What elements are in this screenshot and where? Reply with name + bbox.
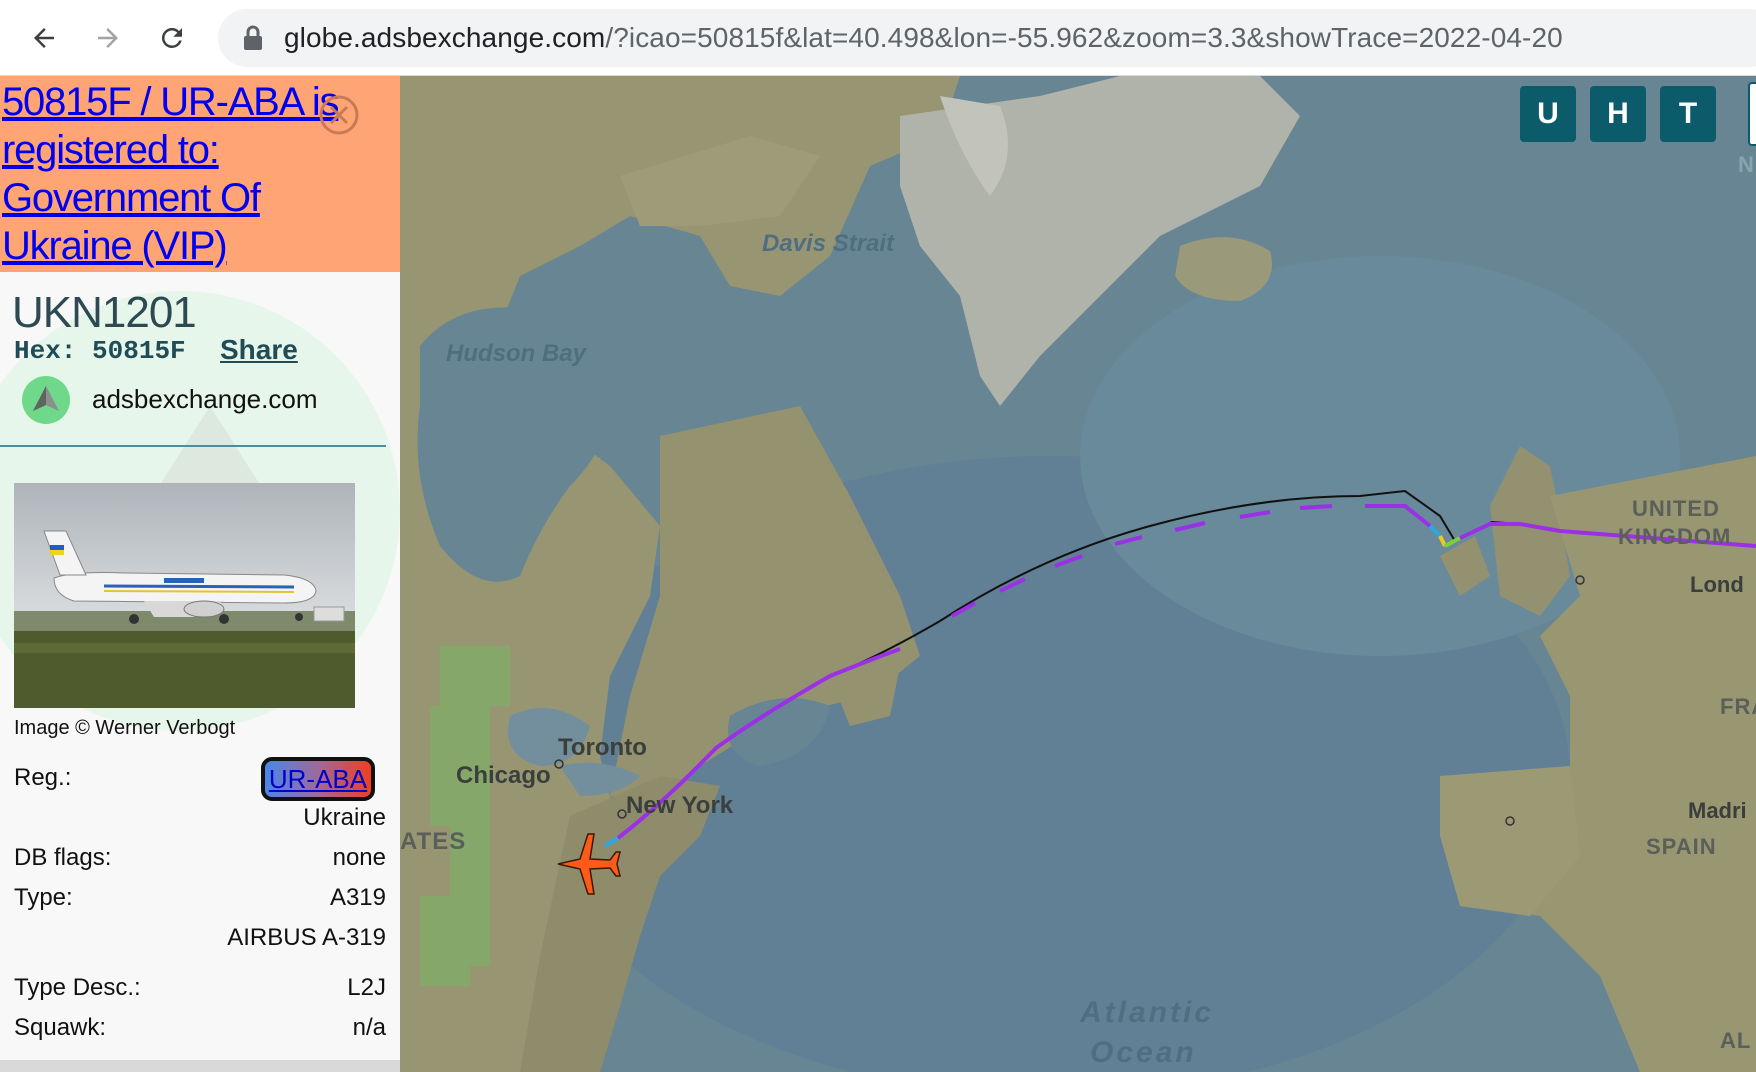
lock-icon (244, 25, 262, 50)
callsign: UKN1201 (12, 288, 197, 337)
data-source: adsbexchange.com (92, 384, 318, 414)
address-bar[interactable]: globe.adsbexchange.com/?icao=50815f&lat=… (218, 9, 1756, 67)
type-full-value: AIRBUS A-319 (227, 924, 386, 951)
browser-toolbar: globe.adsbexchange.com/?icao=50815f&lat=… (0, 0, 1756, 76)
map-button-h[interactable]: H (1590, 86, 1646, 142)
map-button-u[interactable]: U (1520, 86, 1576, 142)
db-flags-value: none (332, 844, 386, 871)
type-desc-value: L2J (347, 974, 386, 1001)
registration-badge[interactable]: UR-ABA (261, 757, 375, 801)
squawk-value: n/a (352, 1014, 386, 1041)
url-path: /?icao=50815f&lat=40.498&lon=-55.962&zoo… (605, 22, 1563, 53)
hex-label: Hex: (14, 336, 77, 366)
reg-label: Reg.: (14, 764, 72, 791)
label-chicago: Chicago (456, 762, 551, 789)
country-value: Ukraine (303, 804, 386, 831)
type-desc-label: Type Desc.: (14, 974, 141, 1001)
forward-arrow-icon[interactable] (84, 14, 132, 62)
type-label: Type: (14, 884, 73, 911)
label-spain: SPAIN (1646, 834, 1717, 859)
photo-credit: Image © Werner Verbogt (14, 717, 236, 739)
url-host: globe.adsbexchange.com (284, 22, 606, 53)
type-value: A319 (329, 884, 386, 911)
label-united: UNITED (1632, 496, 1720, 521)
label-davis-strait: Davis Strait (762, 230, 895, 257)
aircraft-photo[interactable] (14, 483, 355, 708)
db-flags-label: DB flags: (14, 844, 112, 871)
label-london: Lond (1690, 572, 1744, 597)
sidebar-scrollbar[interactable] (0, 1060, 400, 1072)
close-icon[interactable] (318, 94, 360, 136)
adsbexchange-logo-icon (22, 376, 70, 424)
map-button-t[interactable]: T (1660, 86, 1716, 142)
hex-code: Hex: 50815F (14, 336, 186, 366)
label-madrid: Madri (1688, 798, 1747, 823)
registration-owner-link[interactable]: 50815F / UR-ABA is registered to: Govern… (2, 78, 362, 270)
registration-banner: 50815F / UR-ABA is registered to: Govern… (0, 76, 400, 272)
label-algeria: AL (1720, 1028, 1752, 1053)
divider (0, 445, 386, 447)
label-hudson-bay: Hudson Bay (446, 340, 587, 367)
map-view[interactable]: Davis Strait Hudson Bay Toronto Chicago … (400, 76, 1756, 1072)
url-text: globe.adsbexchange.com/?icao=50815f&lat=… (284, 22, 1563, 54)
share-link[interactable]: Share (220, 334, 298, 366)
label-france: FRA (1720, 694, 1756, 719)
label-north-edge: N (1738, 152, 1755, 177)
hex-value: 50815F (92, 336, 186, 366)
label-states: ATES (400, 828, 467, 855)
label-atlantic: Atlantic (1080, 996, 1215, 1029)
map-side-toggle[interactable] (1748, 82, 1756, 146)
label-kingdom: KINGDOM (1618, 524, 1732, 549)
back-arrow-icon[interactable] (20, 14, 68, 62)
label-new-york: New York (626, 792, 734, 819)
map-canvas (400, 76, 1756, 1072)
label-toronto: Toronto (558, 734, 647, 761)
label-ocean: Ocean (1090, 1036, 1197, 1069)
reload-icon[interactable] (148, 14, 196, 62)
aircraft-info-sidebar: 50815F / UR-ABA is registered to: Govern… (0, 76, 400, 1072)
squawk-label: Squawk: (14, 1014, 107, 1041)
